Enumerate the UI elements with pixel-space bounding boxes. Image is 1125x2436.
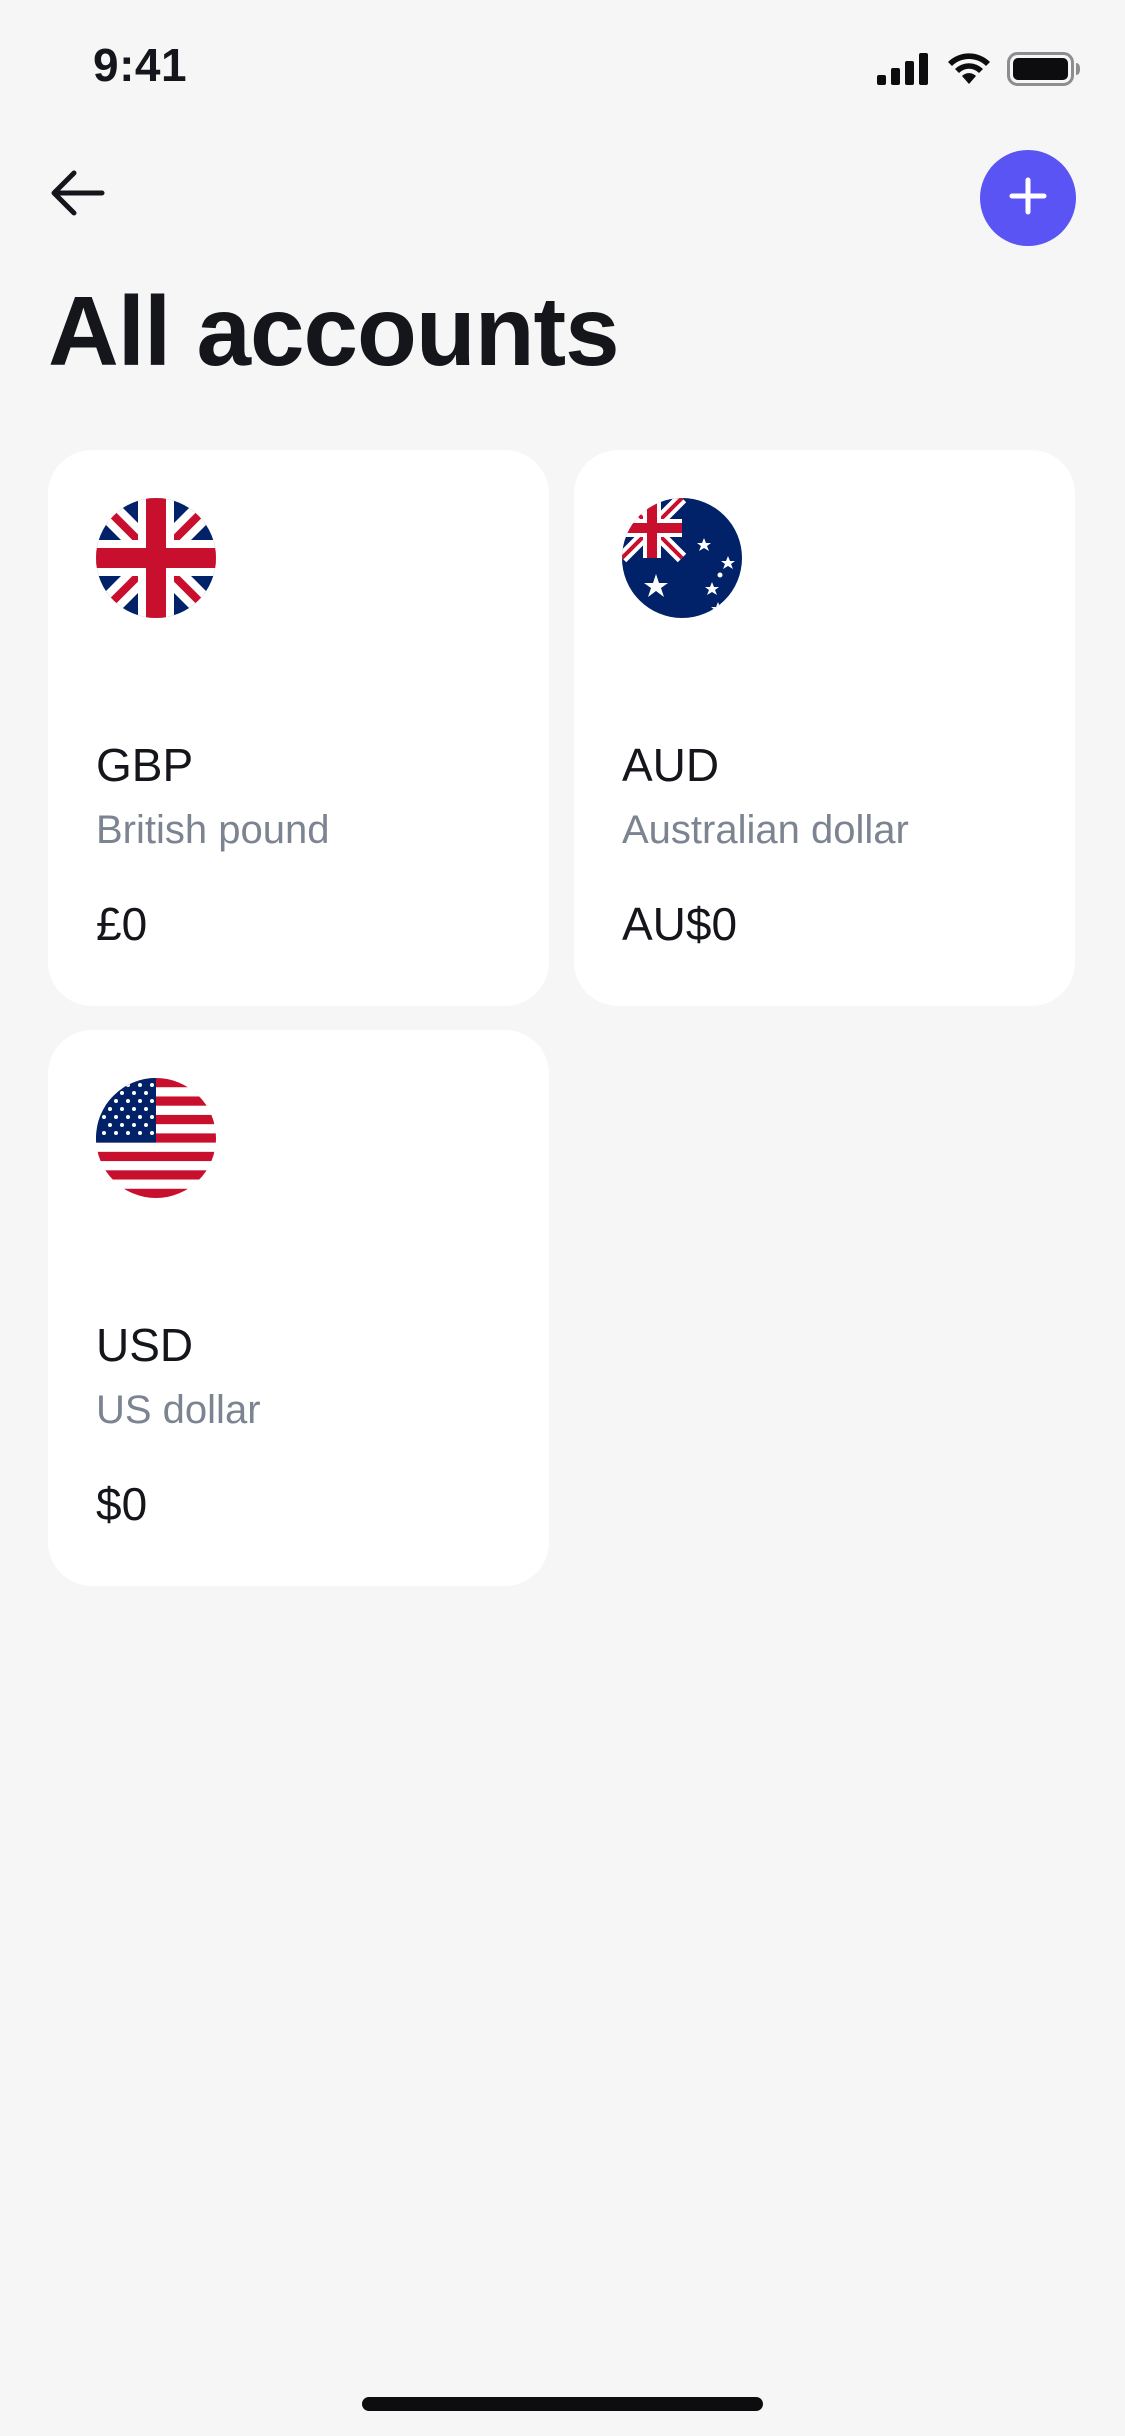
back-button[interactable]: [42, 160, 112, 230]
arrow-left-icon: [48, 169, 106, 222]
home-indicator[interactable]: [362, 2397, 763, 2411]
plus-icon: [1009, 177, 1047, 220]
wifi-icon: [945, 52, 993, 86]
us-flag-icon: [96, 1078, 216, 1198]
account-balance: £0: [96, 898, 148, 950]
status-time: 9:41: [93, 39, 188, 91]
status-icons: [877, 52, 1081, 86]
uk-flag-icon: [96, 498, 216, 618]
currency-name: Australian dollar: [622, 808, 909, 852]
currency-code: GBP: [96, 739, 194, 791]
status-bar: 9:41: [0, 0, 1125, 140]
account-card-aud[interactable]: AUD Australian dollar AU$0: [574, 450, 1075, 1006]
account-card-gbp[interactable]: GBP British pound £0: [48, 450, 549, 1006]
account-card-usd[interactable]: USD US dollar $0: [48, 1030, 549, 1586]
page-title: All accounts: [48, 276, 620, 386]
account-balance: AU$0: [622, 898, 738, 950]
signal-icon: [877, 53, 931, 85]
currency-name: British pound: [96, 808, 330, 852]
australia-flag-icon: [622, 498, 742, 618]
currency-code: AUD: [622, 739, 720, 791]
currency-code: USD: [96, 1319, 194, 1371]
currency-name: US dollar: [96, 1388, 261, 1432]
account-balance: $0: [96, 1478, 148, 1530]
add-account-button[interactable]: [980, 150, 1076, 246]
battery-icon: [1007, 52, 1081, 86]
